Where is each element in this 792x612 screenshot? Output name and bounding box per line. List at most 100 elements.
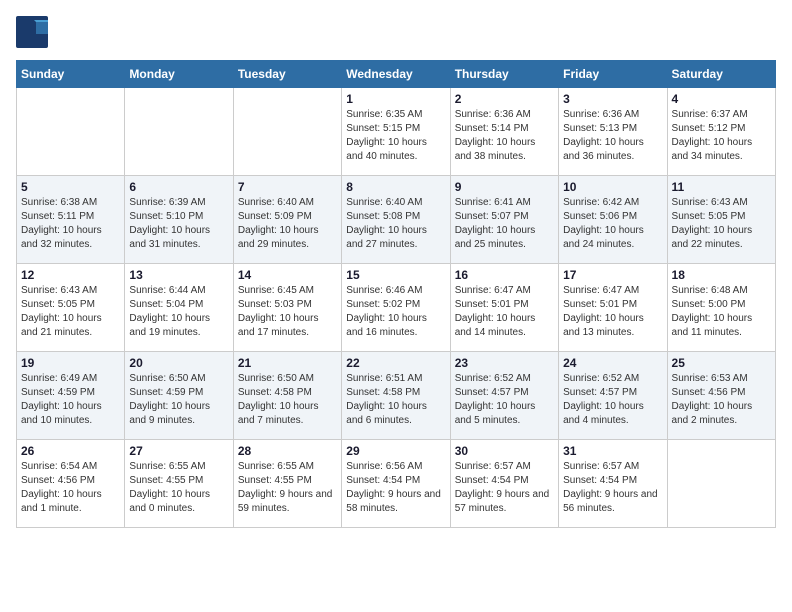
calendar-cell: 20 Sunrise: 6:50 AM Sunset: 4:59 PM Dayli… (125, 352, 233, 440)
day-number: 29 (346, 444, 445, 458)
day-number: 21 (238, 356, 337, 370)
day-info: Sunrise: 6:35 AM Sunset: 5:15 PM Dayligh… (346, 108, 445, 164)
day-info: Sunrise: 6:45 AM Sunset: 5:03 PM Dayligh… (238, 284, 337, 340)
calendar-cell: 27Sunrise: 6:55 AM Sunset: 4:55 PM Dayli… (125, 440, 233, 528)
day-info: Sunrise: 6:40 AM Sunset: 5:09 PM Dayligh… (238, 196, 337, 252)
day-info: Sunrise: 6:41 AM Sunset: 5:07 PM Dayligh… (455, 196, 554, 252)
calendar-cell: 28 Sunrise: 6:55 AM Sunset: 4:55 PM Dayli… (233, 440, 341, 528)
calendar-cell: 12Sunrise: 6:43 AM Sunset: 5:05 PM Dayli… (17, 264, 125, 352)
day-info: Sunrise: 6:49 AM Sunset: 4:59 PM Dayligh… (21, 372, 120, 428)
calendar-cell: 3 Sunrise: 6:36 AM Sunset: 5:13 PM Daylig… (559, 88, 667, 176)
calendar-cell: 17 Sunrise: 6:47 AM Sunset: 5:01 PM Dayli… (559, 264, 667, 352)
calendar-cell: 1 Sunrise: 6:35 AM Sunset: 5:15 PM Daylig… (342, 88, 450, 176)
day-info: Sunrise: 6:43 AM Sunset: 5:05 PM Dayligh… (672, 196, 771, 252)
day-number: 24 (563, 356, 662, 370)
weekday-header: Thursday (450, 61, 558, 88)
day-info: Sunrise: 6:43 AM Sunset: 5:05 PM Dayligh… (21, 284, 120, 340)
day-number: 28 (238, 444, 337, 458)
day-info: Sunrise: 6:36 AM Sunset: 5:13 PM Dayligh… (563, 108, 662, 164)
weekday-header: Saturday (667, 61, 775, 88)
logo-icon (16, 16, 48, 48)
day-info: Sunrise: 6:57 AM Sunset: 4:54 PM Dayligh… (455, 460, 554, 516)
calendar-cell: 24Sunrise: 6:52 AM Sunset: 4:57 PM Dayli… (559, 352, 667, 440)
calendar-cell: 15 Sunrise: 6:46 AM Sunset: 5:02 PM Dayli… (342, 264, 450, 352)
day-number: 2 (455, 92, 554, 106)
day-info: Sunrise: 6:53 AM Sunset: 4:56 PM Dayligh… (672, 372, 771, 428)
day-info: Sunrise: 6:44 AM Sunset: 5:04 PM Dayligh… (129, 284, 228, 340)
calendar-cell (17, 88, 125, 176)
calendar-cell: 26 Sunrise: 6:54 AM Sunset: 4:56 PM Dayli… (17, 440, 125, 528)
day-number: 6 (129, 180, 228, 194)
day-number: 16 (455, 268, 554, 282)
day-info: Sunrise: 6:39 AM Sunset: 5:10 PM Dayligh… (129, 196, 228, 252)
day-number: 17 (563, 268, 662, 282)
day-info: Sunrise: 6:57 AM Sunset: 4:54 PM Dayligh… (563, 460, 662, 516)
day-number: 11 (672, 180, 771, 194)
calendar-cell: 6 Sunrise: 6:39 AM Sunset: 5:10 PM Daylig… (125, 176, 233, 264)
day-number: 3 (563, 92, 662, 106)
calendar-week-row: 1 Sunrise: 6:35 AM Sunset: 5:15 PM Daylig… (17, 88, 776, 176)
day-number: 20 (129, 356, 228, 370)
day-number: 5 (21, 180, 120, 194)
page-header (16, 16, 776, 48)
calendar-cell (667, 440, 775, 528)
calendar-cell: 14Sunrise: 6:45 AM Sunset: 5:03 PM Dayli… (233, 264, 341, 352)
day-info: Sunrise: 6:47 AM Sunset: 5:01 PM Dayligh… (563, 284, 662, 340)
calendar-header: SundayMondayTuesdayWednesdayThursdayFrid… (17, 61, 776, 88)
logo (16, 16, 52, 48)
weekday-header: Friday (559, 61, 667, 88)
calendar-cell: 8 Sunrise: 6:40 AM Sunset: 5:08 PM Daylig… (342, 176, 450, 264)
day-info: Sunrise: 6:56 AM Sunset: 4:54 PM Dayligh… (346, 460, 445, 516)
calendar-cell: 5 Sunrise: 6:38 AM Sunset: 5:11 PM Daylig… (17, 176, 125, 264)
weekday-header: Monday (125, 61, 233, 88)
day-number: 18 (672, 268, 771, 282)
calendar-cell: 18 Sunrise: 6:48 AM Sunset: 5:00 PM Dayli… (667, 264, 775, 352)
calendar-cell (233, 88, 341, 176)
day-number: 19 (21, 356, 120, 370)
day-info: Sunrise: 6:46 AM Sunset: 5:02 PM Dayligh… (346, 284, 445, 340)
calendar-cell: 4Sunrise: 6:37 AM Sunset: 5:12 PM Daylig… (667, 88, 775, 176)
day-number: 27 (129, 444, 228, 458)
day-info: Sunrise: 6:40 AM Sunset: 5:08 PM Dayligh… (346, 196, 445, 252)
day-number: 15 (346, 268, 445, 282)
day-info: Sunrise: 6:38 AM Sunset: 5:11 PM Dayligh… (21, 196, 120, 252)
calendar-cell: 10Sunrise: 6:42 AM Sunset: 5:06 PM Dayli… (559, 176, 667, 264)
calendar-week-row: 5 Sunrise: 6:38 AM Sunset: 5:11 PM Daylig… (17, 176, 776, 264)
day-info: Sunrise: 6:48 AM Sunset: 5:00 PM Dayligh… (672, 284, 771, 340)
calendar-cell: 31 Sunrise: 6:57 AM Sunset: 4:54 PM Dayli… (559, 440, 667, 528)
day-info: Sunrise: 6:51 AM Sunset: 4:58 PM Dayligh… (346, 372, 445, 428)
calendar-cell: 21 Sunrise: 6:50 AM Sunset: 4:58 PM Dayli… (233, 352, 341, 440)
day-info: Sunrise: 6:50 AM Sunset: 4:58 PM Dayligh… (238, 372, 337, 428)
day-info: Sunrise: 6:54 AM Sunset: 4:56 PM Dayligh… (21, 460, 120, 516)
day-info: Sunrise: 6:50 AM Sunset: 4:59 PM Dayligh… (129, 372, 228, 428)
calendar-cell: 23 Sunrise: 6:52 AM Sunset: 4:57 PM Dayli… (450, 352, 558, 440)
day-number: 23 (455, 356, 554, 370)
calendar-week-row: 12Sunrise: 6:43 AM Sunset: 5:05 PM Dayli… (17, 264, 776, 352)
day-number: 8 (346, 180, 445, 194)
day-number: 26 (21, 444, 120, 458)
day-number: 22 (346, 356, 445, 370)
day-number: 31 (563, 444, 662, 458)
calendar-cell: 29 Sunrise: 6:56 AM Sunset: 4:54 PM Dayli… (342, 440, 450, 528)
weekday-header: Tuesday (233, 61, 341, 88)
day-info: Sunrise: 6:37 AM Sunset: 5:12 PM Dayligh… (672, 108, 771, 164)
day-info: Sunrise: 6:52 AM Sunset: 4:57 PM Dayligh… (455, 372, 554, 428)
calendar-cell: 30Sunrise: 6:57 AM Sunset: 4:54 PM Dayli… (450, 440, 558, 528)
day-number: 25 (672, 356, 771, 370)
day-info: Sunrise: 6:55 AM Sunset: 4:55 PM Dayligh… (238, 460, 337, 516)
day-number: 1 (346, 92, 445, 106)
day-number: 7 (238, 180, 337, 194)
calendar-week-row: 26 Sunrise: 6:54 AM Sunset: 4:56 PM Dayli… (17, 440, 776, 528)
calendar-cell: 7 Sunrise: 6:40 AM Sunset: 5:09 PM Daylig… (233, 176, 341, 264)
calendar-cell: 16 Sunrise: 6:47 AM Sunset: 5:01 PM Dayli… (450, 264, 558, 352)
day-info: Sunrise: 6:36 AM Sunset: 5:14 PM Dayligh… (455, 108, 554, 164)
day-info: Sunrise: 6:47 AM Sunset: 5:01 PM Dayligh… (455, 284, 554, 340)
weekday-header: Sunday (17, 61, 125, 88)
calendar-cell (125, 88, 233, 176)
day-number: 9 (455, 180, 554, 194)
calendar-table: SundayMondayTuesdayWednesdayThursdayFrid… (16, 60, 776, 528)
calendar-cell: 25 Sunrise: 6:53 AM Sunset: 4:56 PM Dayli… (667, 352, 775, 440)
calendar-week-row: 19 Sunrise: 6:49 AM Sunset: 4:59 PM Dayli… (17, 352, 776, 440)
calendar-cell: 11 Sunrise: 6:43 AM Sunset: 5:05 PM Dayli… (667, 176, 775, 264)
calendar-cell: 2 Sunrise: 6:36 AM Sunset: 5:14 PM Daylig… (450, 88, 558, 176)
